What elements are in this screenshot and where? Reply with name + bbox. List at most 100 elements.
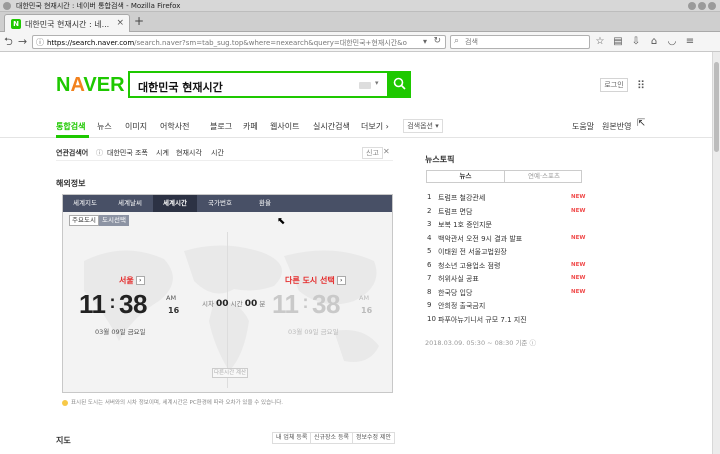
- tab-world-map[interactable]: 세계지도: [63, 195, 107, 212]
- tab-dictionary[interactable]: 어학사전: [160, 121, 189, 132]
- window-menu-icon[interactable]: [3, 2, 11, 10]
- list-item[interactable]: 1 트럼프 철강관세 NEW: [427, 192, 587, 206]
- close-window-icon[interactable]: [708, 2, 716, 10]
- reload-icon[interactable]: ↻: [433, 36, 441, 46]
- forward-icon[interactable]: →: [18, 35, 27, 49]
- report-button[interactable]: 신고: [362, 147, 383, 159]
- tab-news-topic[interactable]: 뉴스: [427, 171, 505, 182]
- active-tab-indicator: [56, 135, 89, 138]
- chevron-right-icon: ›: [135, 276, 145, 285]
- related-keyword[interactable]: 시계: [156, 148, 169, 158]
- left-city-selector[interactable]: 서울 ›: [119, 275, 145, 286]
- tab-images[interactable]: 이미지: [125, 121, 147, 132]
- info-icon[interactable]: ⓘ: [36, 37, 44, 48]
- tab-integrated-search[interactable]: 통합검색: [56, 121, 85, 132]
- register-business-link[interactable]: 내 업체 등록: [272, 432, 312, 444]
- right-seconds: 16: [361, 306, 373, 315]
- suggest-edit-link[interactable]: 정보수정 제안: [352, 432, 396, 444]
- browser-search-input[interactable]: [465, 37, 585, 47]
- browser-search-bar[interactable]: ⌕: [450, 35, 590, 49]
- scrollbar-thumb[interactable]: [714, 62, 719, 152]
- naver-logo[interactable]: NAVER: [56, 74, 125, 97]
- new-tab-button[interactable]: +: [134, 14, 144, 28]
- clock-divider: [227, 232, 228, 388]
- list-item[interactable]: 5 이태원 전 서울고법원장: [427, 246, 587, 260]
- search-button[interactable]: [387, 71, 411, 98]
- tab-blog[interactable]: 블로그: [210, 121, 232, 132]
- window-title: 대한민국 현재시간 : 네이버 통합검색 - Mozilla Firefox: [16, 2, 181, 10]
- related-label: 연관검색어: [56, 149, 89, 157]
- world-info-tabs: 세계지도 세계날씨 세계시간 국가번호 환율: [63, 195, 392, 212]
- register-place-link[interactable]: 신규장소 등록: [310, 432, 354, 444]
- list-item[interactable]: 10 파푸아뉴기니서 규모 7.1 지진: [427, 314, 587, 328]
- keyboard-icon[interactable]: [359, 82, 371, 89]
- help-link[interactable]: 도움말: [572, 121, 594, 132]
- tab-realtime[interactable]: 실시간검색: [313, 121, 350, 132]
- tab-world-weather[interactable]: 세계날씨: [108, 195, 152, 212]
- right-city-selector[interactable]: 다른 도시 선택 ›: [285, 275, 346, 286]
- tab-bar: N 대한민국 현재시간 : 네... × +: [0, 12, 720, 32]
- login-button[interactable]: 로그인: [600, 78, 628, 92]
- map-section-title: 지도: [56, 436, 71, 445]
- tab-news[interactable]: 뉴스: [97, 121, 112, 132]
- autocomplete-toggle-icon[interactable]: ▾: [375, 79, 379, 87]
- tab-city-select[interactable]: 도시선택: [99, 215, 129, 226]
- page-scrollbar[interactable]: [712, 52, 720, 454]
- tab-exchange-rate[interactable]: 환율: [243, 195, 287, 212]
- minimize-icon[interactable]: [688, 2, 696, 10]
- left-clock: 11:38: [79, 289, 147, 319]
- section-title: 해외정보: [56, 179, 86, 188]
- bookmark-star-icon[interactable]: ☆: [594, 36, 606, 48]
- chevron-right-icon: ›: [336, 276, 346, 285]
- back-icon[interactable]: ⮌: [4, 35, 13, 49]
- search-category-nav: 통합검색 뉴스 이미지 어학사전 블로그 카페 웹사이트 실시간검색 더보기 ›…: [0, 116, 712, 138]
- tab-more[interactable]: 더보기 ›: [361, 121, 389, 132]
- tab-major-cities[interactable]: 주요도시: [69, 215, 99, 226]
- tab-close-icon[interactable]: ×: [116, 18, 124, 28]
- home-icon[interactable]: ⌂: [648, 36, 660, 48]
- reading-list-icon[interactable]: ▤: [612, 36, 624, 48]
- related-keyword[interactable]: 대한민국 조폭: [107, 148, 148, 158]
- download-icon[interactable]: ⇩: [630, 36, 642, 48]
- pocket-icon[interactable]: ◡: [666, 36, 678, 48]
- maximize-icon[interactable]: [698, 2, 706, 10]
- share-icon[interactable]: ⇱: [637, 118, 645, 129]
- left-ampm: AM: [166, 294, 177, 302]
- right-date: 03월 09일 금요일: [288, 328, 339, 336]
- search-query[interactable]: 대한민국 현재시간: [138, 79, 223, 95]
- related-searches: 연관검색어 ⓘ 대한민국 조폭 시계 현재시각 시간 신고 ✕: [56, 145, 393, 161]
- feedback-link[interactable]: 원본반영: [602, 121, 631, 132]
- tab-entertainment-sports[interactable]: 연예·스포츠: [505, 171, 583, 182]
- news-topic-tabs: 뉴스 연예·스포츠: [426, 170, 582, 183]
- window-titlebar: 대한민국 현재시간 : 네이버 통합검색 - Mozilla Firefox: [0, 0, 720, 12]
- news-topic-list: 1 트럼프 철강관세 NEW 2 트럼프 면담 NEW 3 보복 1호 증인지문 4 백악관…: [427, 192, 587, 327]
- list-item[interactable]: 3 보복 1호 증인지문: [427, 219, 587, 233]
- list-item[interactable]: 7 허위사실 공표 NEW: [427, 273, 587, 287]
- apps-grid-icon[interactable]: ⠿: [637, 79, 645, 92]
- news-topic-timestamp: 2018.03.09. 05:30 ~ 08:30 기준 ⓘ: [425, 339, 536, 347]
- search-options-button[interactable]: 검색옵션 ▾: [403, 119, 443, 133]
- list-item[interactable]: 9 안희정 출국금지: [427, 300, 587, 314]
- navigation-toolbar: ⮌ → ⓘ https://search.naver.com/search.na…: [0, 32, 720, 52]
- related-divider: ⓘ: [96, 149, 103, 157]
- list-item[interactable]: 4 백악관서 오전 9시 결과 발표 NEW: [427, 233, 587, 247]
- naver-search-box[interactable]: 대한민국 현재시간 ▾: [128, 71, 411, 98]
- list-item[interactable]: 2 트럼프 면담 NEW: [427, 206, 587, 220]
- tab-country-code[interactable]: 국가번호: [198, 195, 242, 212]
- tab-world-time[interactable]: 세계시간: [153, 195, 197, 212]
- tab-website[interactable]: 웹사이트: [270, 121, 299, 132]
- tab-cafe[interactable]: 카페: [243, 121, 258, 132]
- time-difference: 시차 00 시간 00 분: [202, 299, 266, 309]
- close-icon[interactable]: ✕: [383, 147, 390, 156]
- list-item[interactable]: 6 청소년 고용업소 점령 NEW: [427, 260, 587, 274]
- related-keyword[interactable]: 시간: [211, 148, 224, 158]
- magnifier-icon: [393, 77, 406, 90]
- related-keyword[interactable]: 현재시각: [176, 148, 202, 158]
- menu-icon[interactable]: ≡: [684, 36, 696, 48]
- browser-tab[interactable]: N 대한민국 현재시간 : 네... ×: [4, 14, 130, 32]
- url-bar[interactable]: ⓘ https://search.naver.com/search.naver?…: [32, 35, 446, 49]
- list-item[interactable]: 8 한국당 입당 NEW: [427, 287, 587, 301]
- url-text: https://search.naver.com/search.naver?sm…: [47, 39, 407, 47]
- url-dropdown-icon[interactable]: ▾: [423, 37, 427, 46]
- calculate-time-button[interactable]: 다른시간 계산: [212, 368, 248, 378]
